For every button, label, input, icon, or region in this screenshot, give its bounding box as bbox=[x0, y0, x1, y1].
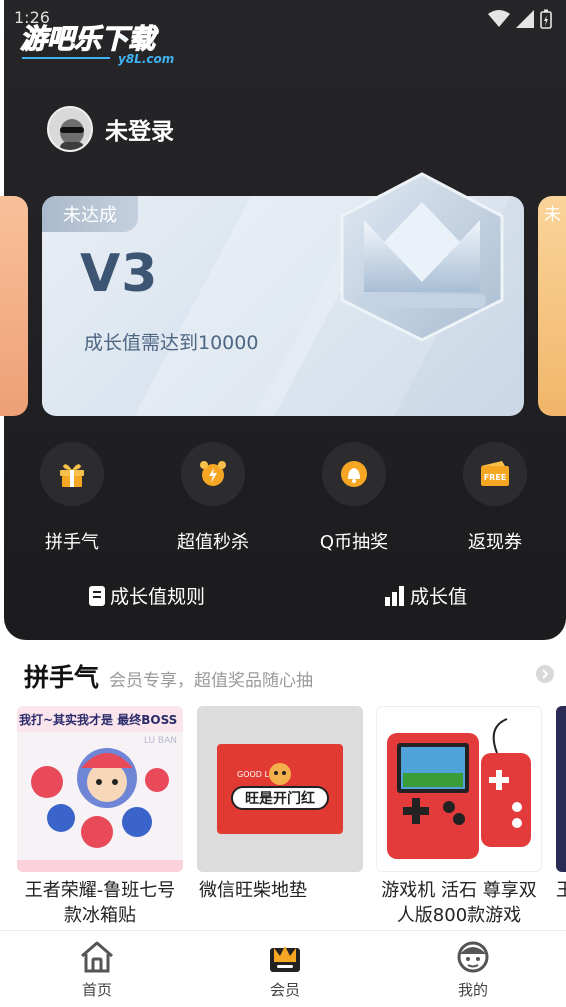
profile-icon-wrap bbox=[423, 939, 523, 975]
product-card[interactable]: 我打~其实我才是 最终BOSS LU BAN 王者荣耀-鲁班七号 款冰箱贴 bbox=[17, 706, 183, 928]
product-name: 游戏机 活石 尊享双 人版800款游戏 bbox=[376, 878, 542, 928]
product-name: 王 bbox=[556, 878, 566, 903]
section-title: 拼手气 bbox=[24, 663, 100, 692]
product-name-line: 微信旺柴地垫 bbox=[199, 880, 307, 901]
benefit-label: 拼手气 bbox=[45, 532, 99, 553]
mat-text: 旺是开门红 bbox=[245, 791, 315, 807]
svg-text:y8L.com: y8L.com bbox=[118, 52, 174, 66]
alarm-icon-wrap bbox=[181, 442, 245, 506]
user-name[interactable]: 未登录 bbox=[105, 112, 174, 146]
product-image bbox=[376, 706, 542, 872]
growth-rules-label: 成长值规则 bbox=[110, 586, 206, 608]
tab-label: 我的 bbox=[457, 981, 488, 999]
avatar-face-icon bbox=[49, 108, 91, 150]
avatar[interactable] bbox=[47, 106, 93, 152]
home-icon bbox=[81, 941, 113, 973]
tab-home[interactable]: 首页 bbox=[47, 939, 147, 1000]
growth-value-label: 成长值 bbox=[410, 586, 468, 608]
next-level-card[interactable]: 未 bbox=[538, 196, 566, 416]
benefit-cashback-coupon[interactable]: FREE 返现券 bbox=[440, 442, 550, 554]
product-list: 我打~其实我才是 最终BOSS LU BAN 王者荣耀-鲁班七号 款冰箱贴 GO… bbox=[0, 706, 566, 930]
tab-label: 首页 bbox=[81, 981, 112, 999]
benefit-lucky-draw[interactable]: 拼手气 bbox=[17, 442, 127, 554]
benefit-label: 返现券 bbox=[468, 532, 522, 553]
site-logo: 游吧乐下载 y8L.com bbox=[18, 18, 188, 68]
vip-status-tag: 未达成 bbox=[42, 196, 138, 232]
lucky-draw-section-header: 拼手气 会员专享，超值奖品随心抽 bbox=[24, 658, 564, 694]
bottom-tab-bar: 首页 会员 我的 bbox=[0, 930, 566, 1007]
user-info[interactable]: 未登录 bbox=[47, 106, 174, 152]
product-name: 微信旺柴地垫 bbox=[197, 878, 363, 903]
section-subtitle: 会员专享，超值奖品随心抽 bbox=[109, 671, 314, 691]
tab-member[interactable]: 会员 bbox=[235, 939, 335, 1000]
product-name-line: 游戏机 活石 尊享双 bbox=[381, 880, 537, 901]
home-icon-wrap bbox=[47, 939, 147, 975]
product-name-line: 王 bbox=[556, 880, 566, 901]
bell-icon-wrap bbox=[322, 442, 386, 506]
product-name-line: 王者荣耀-鲁班七号 bbox=[24, 880, 176, 901]
svg-text:FREE: FREE bbox=[484, 473, 507, 482]
sticker-illustration bbox=[17, 748, 183, 872]
svg-text:游吧乐下载: 游吧乐下载 bbox=[20, 24, 159, 55]
coupon-icon-wrap: FREE bbox=[463, 442, 527, 506]
next-level-tag: 未 bbox=[544, 205, 561, 225]
product-image bbox=[556, 706, 566, 872]
product-name-line: 款冰箱贴 bbox=[64, 905, 136, 926]
product-card[interactable]: GOOD LOOK 旺是开门红 微信旺柴地垫 bbox=[197, 706, 363, 903]
prev-level-card[interactable] bbox=[0, 196, 28, 416]
alarm-clock-icon bbox=[200, 461, 226, 486]
product-image: GOOD LOOK 旺是开门红 bbox=[197, 706, 363, 872]
growth-rules-link[interactable]: 成长值规则 bbox=[88, 582, 205, 609]
wifi-icon bbox=[488, 10, 510, 27]
growth-links: 成长值规则 成长值 bbox=[0, 578, 566, 612]
profile-icon bbox=[457, 941, 489, 973]
signal-icon bbox=[516, 10, 534, 28]
product-card[interactable]: 王 bbox=[556, 706, 566, 903]
product-card[interactable]: 游戏机 活石 尊享双 人版800款游戏 bbox=[376, 706, 542, 928]
coupon-icon: FREE bbox=[481, 461, 509, 486]
logo-graphic: 游吧乐下载 y8L.com bbox=[19, 23, 174, 66]
product-name: 王者荣耀-鲁班七号 款冰箱贴 bbox=[17, 878, 183, 928]
document-icon bbox=[89, 585, 105, 606]
tab-profile[interactable]: 我的 bbox=[423, 939, 523, 1000]
bar-chart-icon bbox=[385, 585, 404, 606]
gift-icon bbox=[60, 464, 84, 487]
system-icons bbox=[488, 9, 552, 29]
tab-label: 会员 bbox=[269, 981, 300, 999]
product-name-line: 人版800款游戏 bbox=[396, 905, 522, 926]
growth-value-link[interactable]: 成长值 bbox=[384, 582, 467, 609]
vip-level: V3 bbox=[80, 244, 159, 304]
chevron-right-icon[interactable] bbox=[536, 665, 554, 683]
benefit-icons: 拼手气 超值秒杀 Q币抽奖 FREE 返现券 bbox=[0, 442, 566, 554]
benefit-label: 超值秒杀 bbox=[177, 532, 249, 553]
crown-badge-icon bbox=[340, 172, 504, 342]
product-image: 我打~其实我才是 最终BOSS LU BAN bbox=[17, 706, 183, 872]
gift-icon-wrap bbox=[40, 442, 104, 506]
vip-requirement: 成长值需达到10000 bbox=[84, 332, 259, 354]
game-console-illustration bbox=[387, 718, 531, 859]
benefit-flash-sale[interactable]: 超值秒杀 bbox=[158, 442, 268, 554]
shiba-dog-icon bbox=[269, 763, 291, 785]
battery-icon bbox=[540, 9, 552, 29]
benefit-label: Q币抽奖 bbox=[319, 532, 389, 553]
product-banner-text: 我打~其实我才是 最终BOSS bbox=[19, 713, 178, 727]
app-root: 1:26 游吧乐下载 y8L.com 未登录 未 未达成 V3 成长值需达到10… bbox=[0, 0, 566, 1007]
member-icon-wrap bbox=[235, 939, 335, 975]
benefit-qcoin-lottery[interactable]: Q币抽奖 bbox=[299, 442, 409, 554]
crown-member-icon bbox=[270, 946, 300, 972]
bell-coin-icon bbox=[341, 461, 367, 487]
